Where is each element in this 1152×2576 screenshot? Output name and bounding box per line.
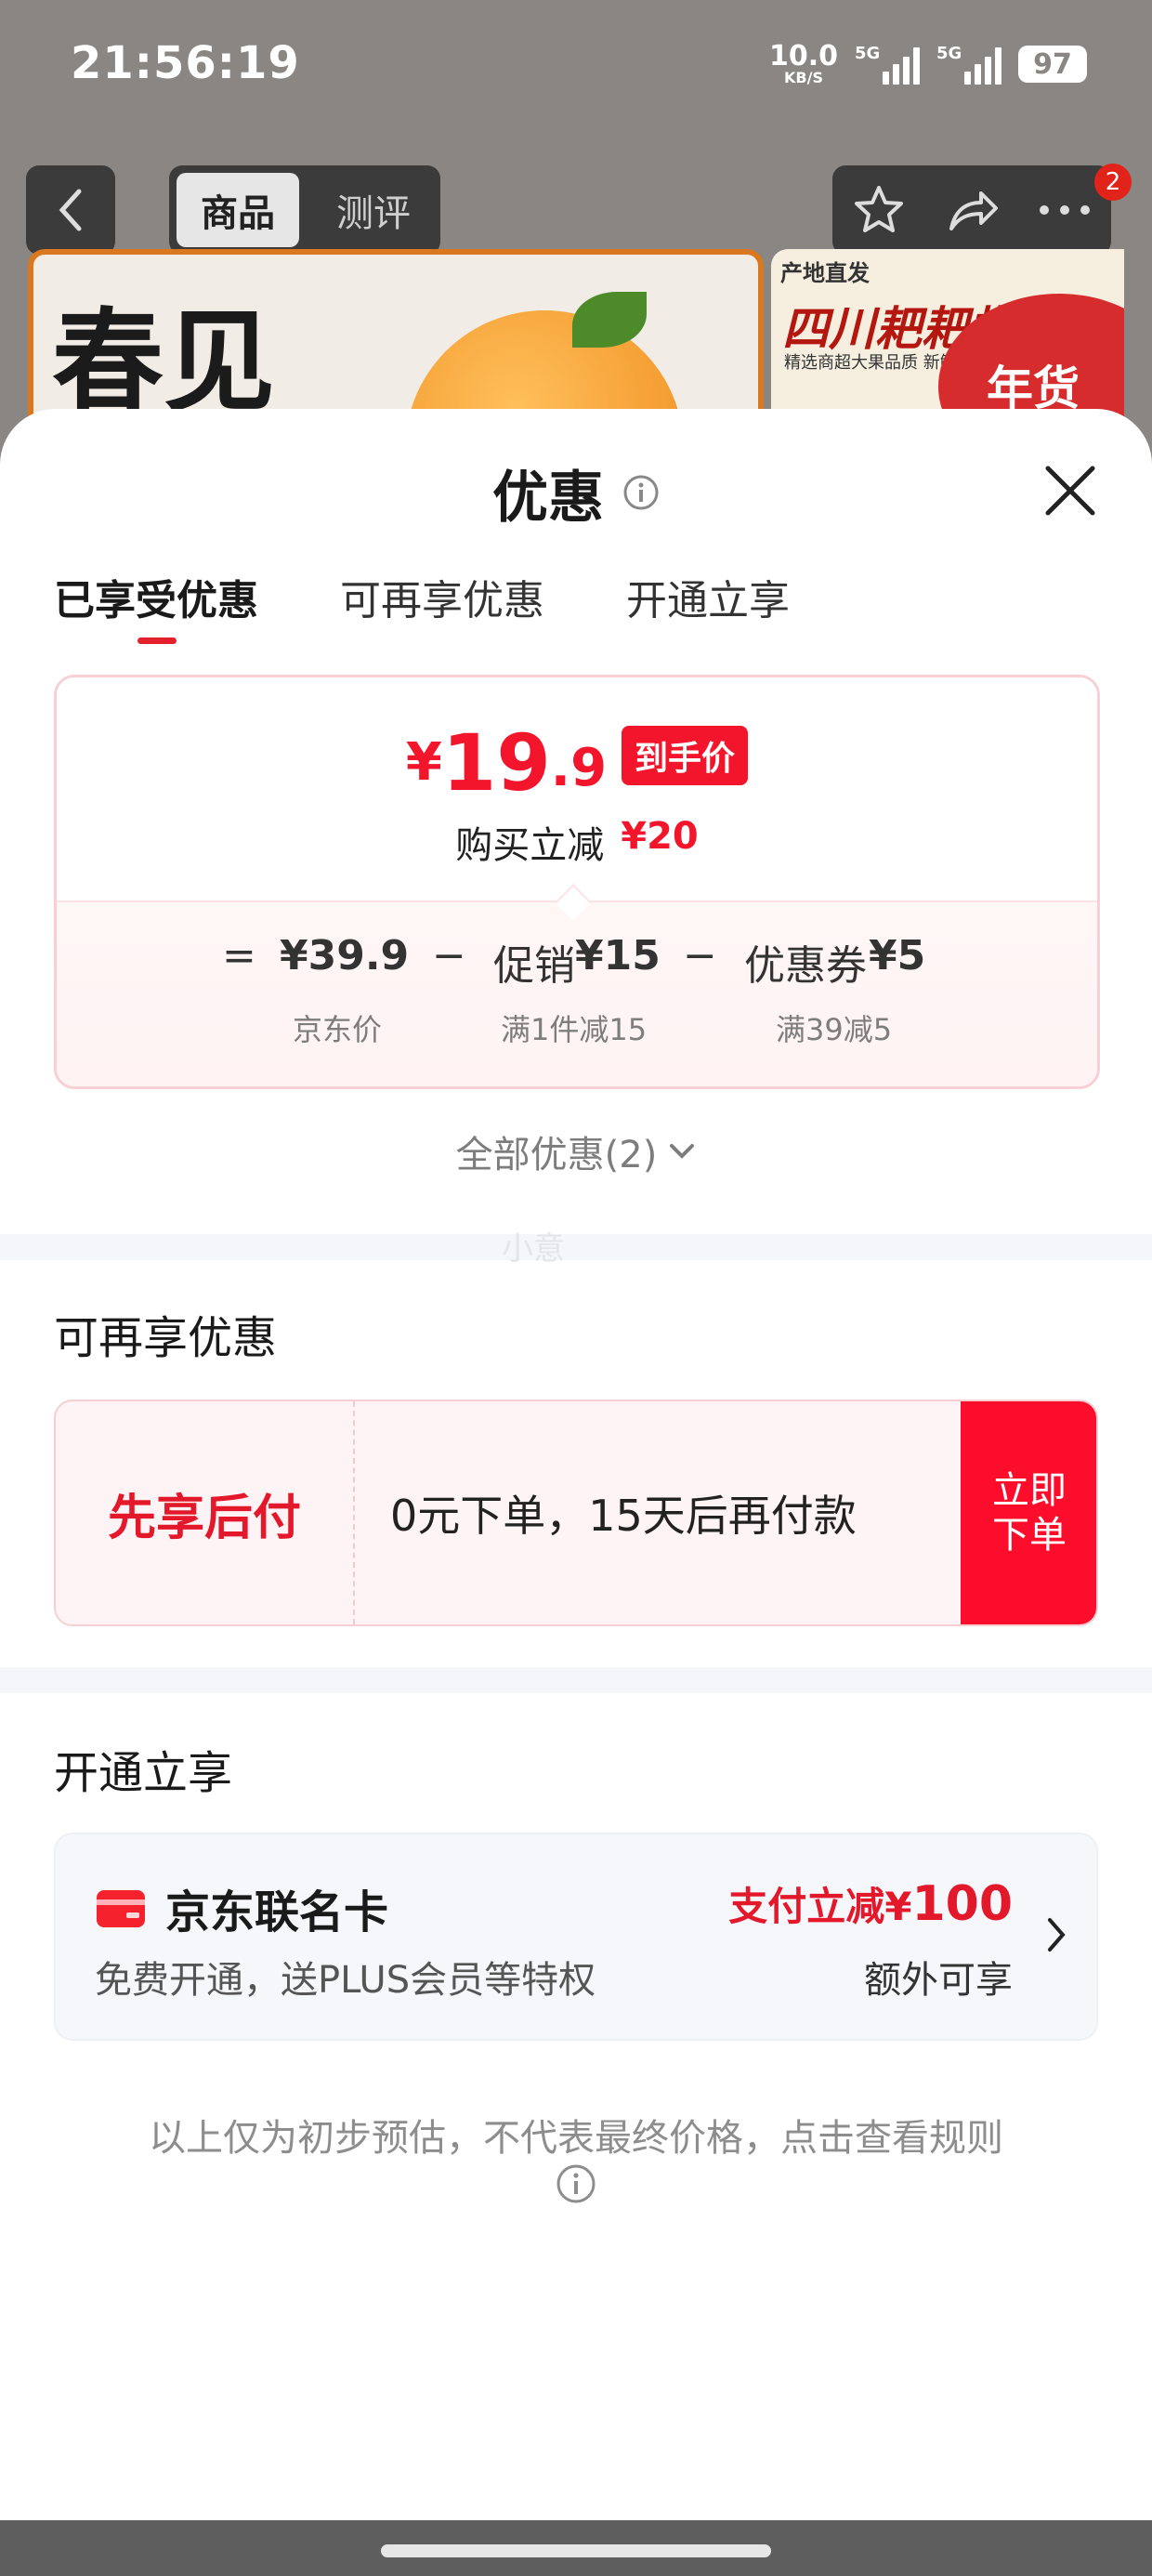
price-breakdown: = ¥39.9 − 促销 ¥15 − 优惠券 ¥5 京东价 满1件减15 满39… xyxy=(57,900,1097,1086)
minus-sign-2: − xyxy=(683,932,717,979)
coupon-label: 优惠券 xyxy=(744,942,867,990)
reduce-amount: ¥20 xyxy=(621,815,699,858)
section-divider xyxy=(0,1234,1152,1260)
chevron-down-icon xyxy=(670,1144,695,1159)
status-icons: 10.0 KB/S 5G 5G 97 xyxy=(769,43,1087,85)
credit-card-icon xyxy=(97,1890,145,1927)
bnpl-name: 先享后付 xyxy=(56,1401,355,1624)
back-button[interactable] xyxy=(26,165,115,255)
section-divider-2 xyxy=(0,1667,1152,1693)
star-icon[interactable] xyxy=(851,182,907,238)
network-speed: 10.0 KB/S xyxy=(768,40,838,86)
all-discounts-toggle[interactable]: 全部优惠(2) xyxy=(0,1124,1152,1178)
message-badge: 2 xyxy=(1094,164,1132,201)
status-bar: 21:56:19 10.0 KB/S 5G 5G 97 xyxy=(0,0,1152,139)
price-summary-card: ¥ 19 .9 到手价 购买立减 ¥20 = ¥39.9 − 促销 ¥15 − … xyxy=(54,675,1100,1089)
bnpl-description: 0元下单，15天后再付款 xyxy=(390,1491,857,1541)
rules-footnote[interactable]: 以上仅为初步预估，不代表最终价格，点击查看规则 xyxy=(0,2108,1152,2162)
share-icon[interactable] xyxy=(944,182,1000,238)
leaf-image xyxy=(572,292,647,348)
top-actions xyxy=(832,165,1111,255)
card-extra: 额外可享 xyxy=(864,1959,1013,2002)
more-icon[interactable] xyxy=(1037,201,1093,219)
more-discounts-title: 可再享优惠 xyxy=(54,1312,278,1364)
base-price: ¥39.9 xyxy=(280,932,410,979)
info-icon[interactable] xyxy=(556,2163,596,2204)
minus-sign: − xyxy=(432,932,466,979)
signal-5g-icon: 5G xyxy=(855,44,920,85)
status-time: 21:56:19 xyxy=(71,37,300,89)
promo-rule: 满1件减15 xyxy=(501,1012,648,1047)
tab-open[interactable]: 开通立享 xyxy=(626,567,790,626)
product-tabs: 商品 测评 xyxy=(169,165,440,255)
promo-label: 促销 xyxy=(493,942,575,990)
close-button[interactable] xyxy=(1031,452,1109,530)
open-benefits-title: 开通立享 xyxy=(54,1747,233,1799)
coupon-amount: ¥5 xyxy=(869,932,926,979)
sheet-header: 优惠 xyxy=(0,446,1152,539)
reduce-row: 购买立减 ¥20 xyxy=(455,815,699,867)
final-price: ¥ 19 .9 xyxy=(405,717,608,808)
equals-sign: = xyxy=(222,932,256,979)
card-name: 京东联名卡 xyxy=(165,1886,389,1939)
final-price-row: ¥ 19 .9 到手价 xyxy=(57,724,1097,802)
discount-tabs: 已享受优惠 可再享优惠 开通立享 xyxy=(54,567,871,644)
chevron-right-icon xyxy=(1048,1918,1066,1952)
chevron-left-icon xyxy=(59,189,82,231)
active-tab-indicator xyxy=(137,637,177,644)
base-price-label: 京东价 xyxy=(293,1012,383,1047)
price-tag-badge: 到手价 xyxy=(622,726,749,785)
co-branded-card[interactable]: 京东联名卡 免费开通，送PLUS会员等特权 支付立减¥100 额外可享 xyxy=(54,1833,1098,2041)
sheet-title: 优惠 xyxy=(492,465,604,531)
close-icon xyxy=(1045,466,1095,516)
tab-applied[interactable]: 已享受优惠 xyxy=(54,567,258,626)
signal-5g-icon-2: 5G xyxy=(936,44,1001,85)
tab-more[interactable]: 可再享优惠 xyxy=(340,567,544,626)
card-description: 免费开通，送PLUS会员等特权 xyxy=(95,1959,596,2002)
coupon-rule: 满39减5 xyxy=(776,1012,893,1047)
discount-sheet: 优惠 已享受优惠 可再享优惠 开通立享 ¥ 19 .9 到手价 购买立减 ¥20 xyxy=(0,409,1152,2576)
all-discounts-label: 全部优惠(2) xyxy=(455,1134,658,1176)
watermark: 小意 xyxy=(502,1230,565,1268)
card-promo: 支付立减¥100 xyxy=(728,1876,1013,1932)
info-icon[interactable] xyxy=(622,474,660,511)
home-indicator[interactable] xyxy=(381,2544,771,2557)
tab-review[interactable]: 测评 xyxy=(318,173,429,247)
tab-product[interactable]: 商品 xyxy=(177,173,299,247)
promo-amount: ¥15 xyxy=(575,932,661,979)
bnpl-card: 先享后付 0元下单，15天后再付款 立即下单 xyxy=(54,1400,1098,1626)
battery-icon: 97 xyxy=(1018,46,1087,83)
order-now-button[interactable]: 立即下单 xyxy=(961,1401,1096,1624)
